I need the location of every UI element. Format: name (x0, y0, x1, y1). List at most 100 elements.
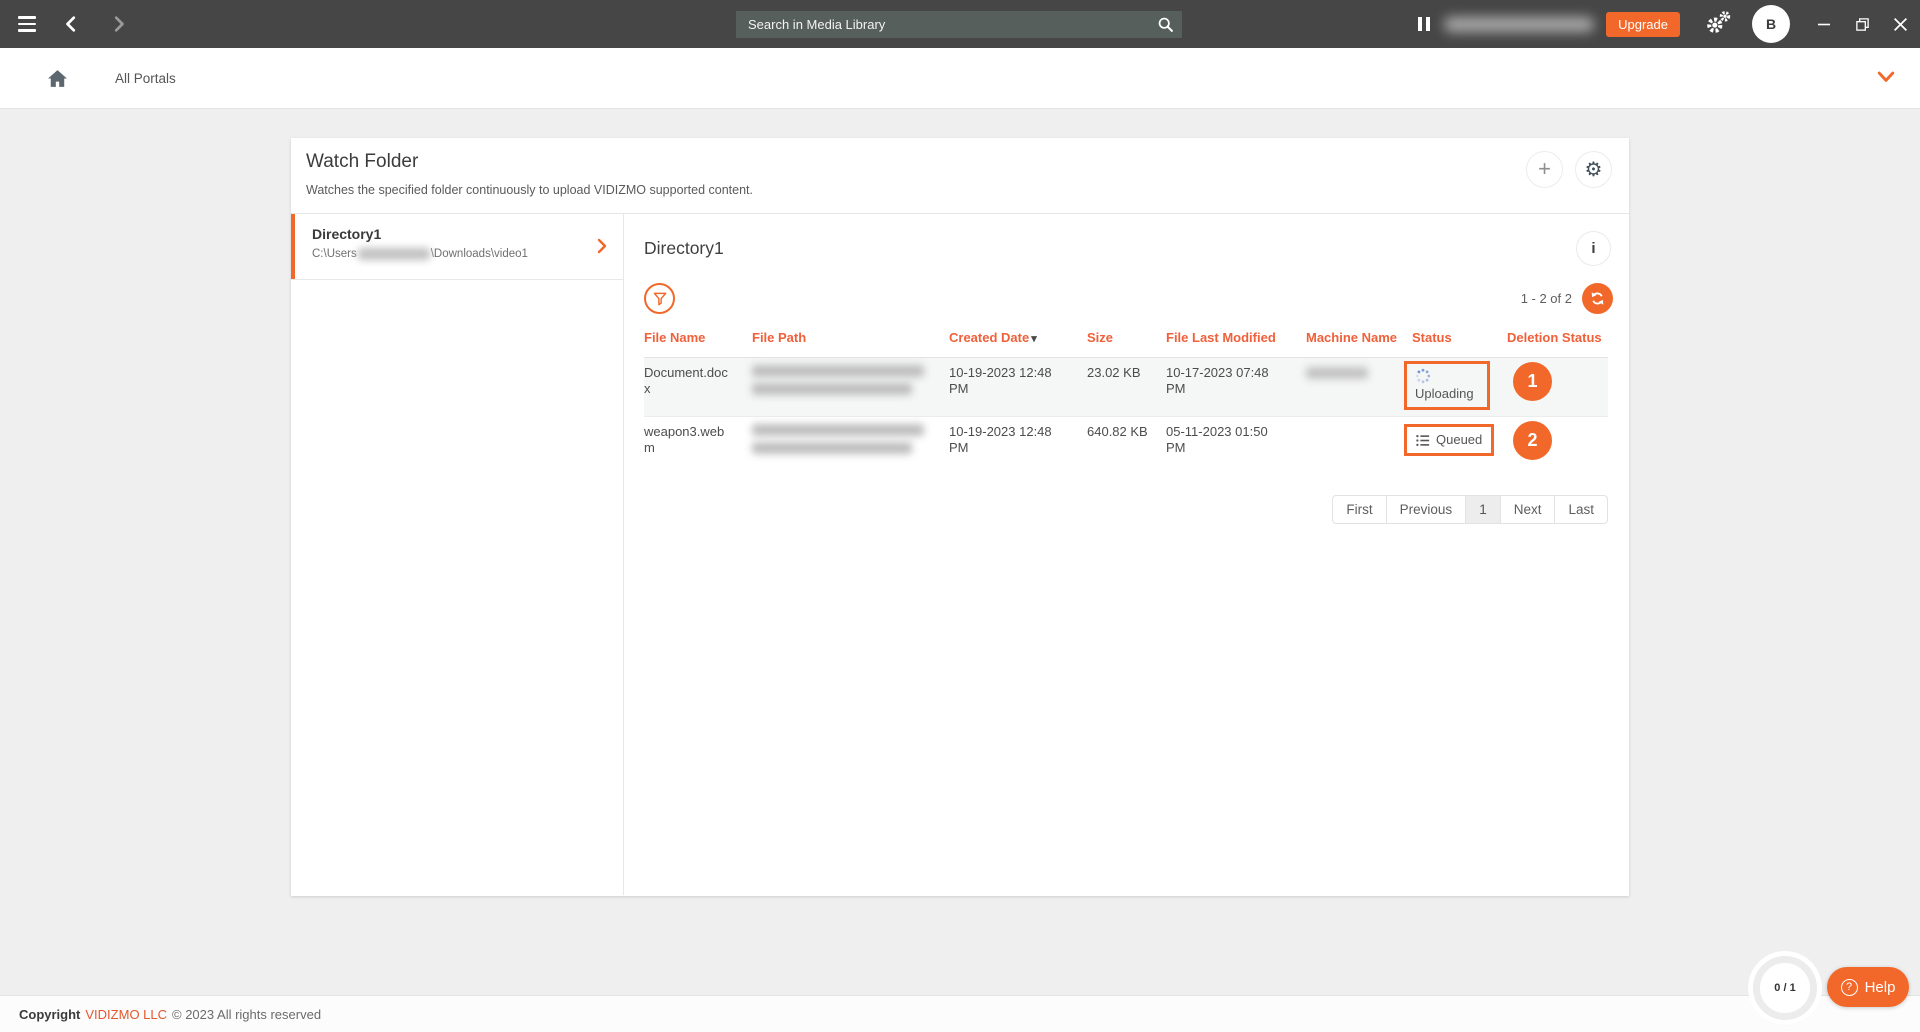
col-deletion-status[interactable]: Deletion Status (1507, 330, 1607, 347)
directory-name: Directory1 (312, 226, 381, 242)
help-button[interactable]: ? Help (1827, 967, 1909, 1007)
directory-list-item[interactable]: Directory1 C:\Users\Downloads\video1 (291, 214, 623, 280)
question-icon: ? (1841, 979, 1858, 996)
trial-info-redacted (1444, 17, 1594, 32)
hamburger-menu-icon[interactable] (18, 16, 36, 32)
table-row[interactable]: Document.docx 10-19-2023 12:48 PM 23.02 … (644, 358, 1608, 417)
files-table: File Name File Path Created Date▾ Size F… (644, 330, 1608, 524)
upload-progress-ring[interactable]: 0 / 1 (1753, 956, 1817, 1020)
toolbar-right: 1 - 2 of 2 (1521, 283, 1613, 314)
directory-list: Directory1 C:\Users\Downloads\video1 (291, 214, 624, 895)
pagination: First Previous 1 Next Last (644, 495, 1608, 524)
col-file-name[interactable]: File Name (644, 330, 752, 347)
funnel-icon (652, 291, 668, 307)
status-highlight-box: Uploading (1404, 361, 1490, 410)
refresh-icon (1589, 290, 1606, 307)
filter-button[interactable] (644, 283, 675, 314)
company-link[interactable]: VIDIZMO LLC (85, 1007, 167, 1022)
back-arrow-icon[interactable] (62, 14, 82, 34)
table-header-row: File Name File Path Created Date▾ Size F… (644, 330, 1608, 357)
card-header: Watch Folder Watches the specified folde… (291, 138, 1629, 214)
card-actions: + ⚙ (1526, 151, 1612, 188)
table-body: Document.docx 10-19-2023 12:48 PM 23.02 … (644, 357, 1608, 467)
cell-size: 640.82 KB (1087, 424, 1166, 440)
table-toolbar: 1 - 2 of 2 (640, 283, 1613, 314)
page-title: Watch Folder (306, 151, 418, 173)
cell-deletion-status: 1 (1507, 365, 1607, 401)
cell-file-last-modified: 05-11-2023 01:50 PM (1166, 424, 1306, 457)
panel-title: Directory1 (644, 238, 1613, 259)
app-window: Upgrade B (0, 0, 1920, 1032)
add-watch-folder-button[interactable]: + (1526, 151, 1563, 188)
gear-icon: ⚙ (1585, 160, 1603, 180)
col-file-path[interactable]: File Path (752, 330, 949, 347)
col-status[interactable]: Status (1412, 330, 1507, 347)
upgrade-button[interactable]: Upgrade (1606, 12, 1680, 37)
breadcrumb: All Portals (0, 48, 1920, 109)
top-bar: Upgrade B (0, 0, 1920, 48)
restore-icon[interactable] (1854, 16, 1870, 32)
cell-file-last-modified: 10-17-2023 07:48 PM (1166, 365, 1306, 398)
col-machine-name[interactable]: Machine Name (1306, 330, 1412, 347)
cell-status: Queued (1412, 424, 1507, 456)
col-file-last-modified[interactable]: File Last Modified (1166, 330, 1306, 347)
username-redacted (358, 248, 430, 260)
topbar-left (0, 14, 128, 34)
pause-icon[interactable] (1418, 17, 1430, 31)
pagination-next-button[interactable]: Next (1500, 495, 1556, 524)
cell-status: Uploading (1412, 365, 1507, 410)
cell-file-name: weapon3.webm (644, 424, 752, 457)
topbar-right: Upgrade B (1418, 0, 1908, 48)
plus-icon: + (1538, 158, 1551, 180)
close-icon[interactable] (1892, 16, 1908, 32)
breadcrumb-all-portals[interactable]: All Portals (115, 71, 176, 86)
search-input[interactable] (736, 17, 1148, 32)
copyright-label: Copyright (19, 1007, 80, 1022)
status-label: Uploading (1415, 386, 1479, 402)
help-label: Help (1865, 979, 1896, 996)
info-icon[interactable]: i (1576, 231, 1611, 266)
status-highlight-box: Queued (1404, 424, 1494, 456)
main-content: Watch Folder Watches the specified folde… (0, 109, 1920, 995)
status-label: Queued (1436, 432, 1482, 448)
sort-desc-icon: ▾ (1031, 333, 1037, 345)
cell-created-date: 10-19-2023 12:48 PM (949, 365, 1087, 398)
queue-list-icon (1416, 434, 1430, 447)
home-icon[interactable] (47, 69, 68, 88)
annotation-badge-2: 2 (1513, 421, 1552, 460)
cell-deletion-status: 2 (1507, 424, 1607, 460)
watch-folder-card: Watch Folder Watches the specified folde… (291, 138, 1629, 896)
annotation-badge-1: 1 (1513, 362, 1552, 401)
spinner-icon (1415, 368, 1431, 384)
pagination-last-button[interactable]: Last (1554, 495, 1608, 524)
active-indicator (291, 214, 295, 279)
cell-file-path-redacted (752, 424, 949, 454)
minimize-icon[interactable] (1816, 16, 1832, 32)
result-range-label: 1 - 2 of 2 (1521, 291, 1572, 306)
automation-gears-icon[interactable] (1704, 9, 1732, 40)
col-size[interactable]: Size (1087, 330, 1166, 347)
cell-file-path-redacted (752, 365, 949, 395)
footer: Copyright VIDIZMO LLC © 2023 All rights … (0, 995, 1920, 1032)
refresh-button[interactable] (1582, 283, 1613, 314)
page-subtitle: Watches the specified folder continuousl… (306, 183, 753, 197)
settings-button[interactable]: ⚙ (1575, 151, 1612, 188)
pagination-previous-button[interactable]: Previous (1386, 495, 1467, 524)
user-avatar[interactable]: B (1752, 5, 1790, 43)
pagination-page-1-button[interactable]: 1 (1465, 495, 1501, 524)
table-row[interactable]: weapon3.webm 10-19-2023 12:48 PM 640.82 … (644, 417, 1608, 467)
cell-size: 23.02 KB (1087, 365, 1166, 381)
media-library-search (736, 11, 1182, 38)
directory-path: C:\Users\Downloads\video1 (312, 248, 528, 260)
pagination-first-button[interactable]: First (1332, 495, 1386, 524)
cell-created-date: 10-19-2023 12:48 PM (949, 424, 1087, 457)
col-created-date[interactable]: Created Date▾ (949, 330, 1087, 347)
card-body: Directory1 C:\Users\Downloads\video1 Dir… (291, 214, 1629, 895)
upload-progress-label: 0 / 1 (1774, 982, 1795, 994)
chevron-down-icon[interactable] (1877, 70, 1895, 89)
forward-arrow-icon[interactable] (108, 14, 128, 34)
window-controls (1816, 16, 1908, 32)
cell-file-name: Document.docx (644, 365, 752, 398)
cell-machine-name-redacted (1306, 365, 1412, 379)
search-icon[interactable] (1148, 11, 1182, 38)
